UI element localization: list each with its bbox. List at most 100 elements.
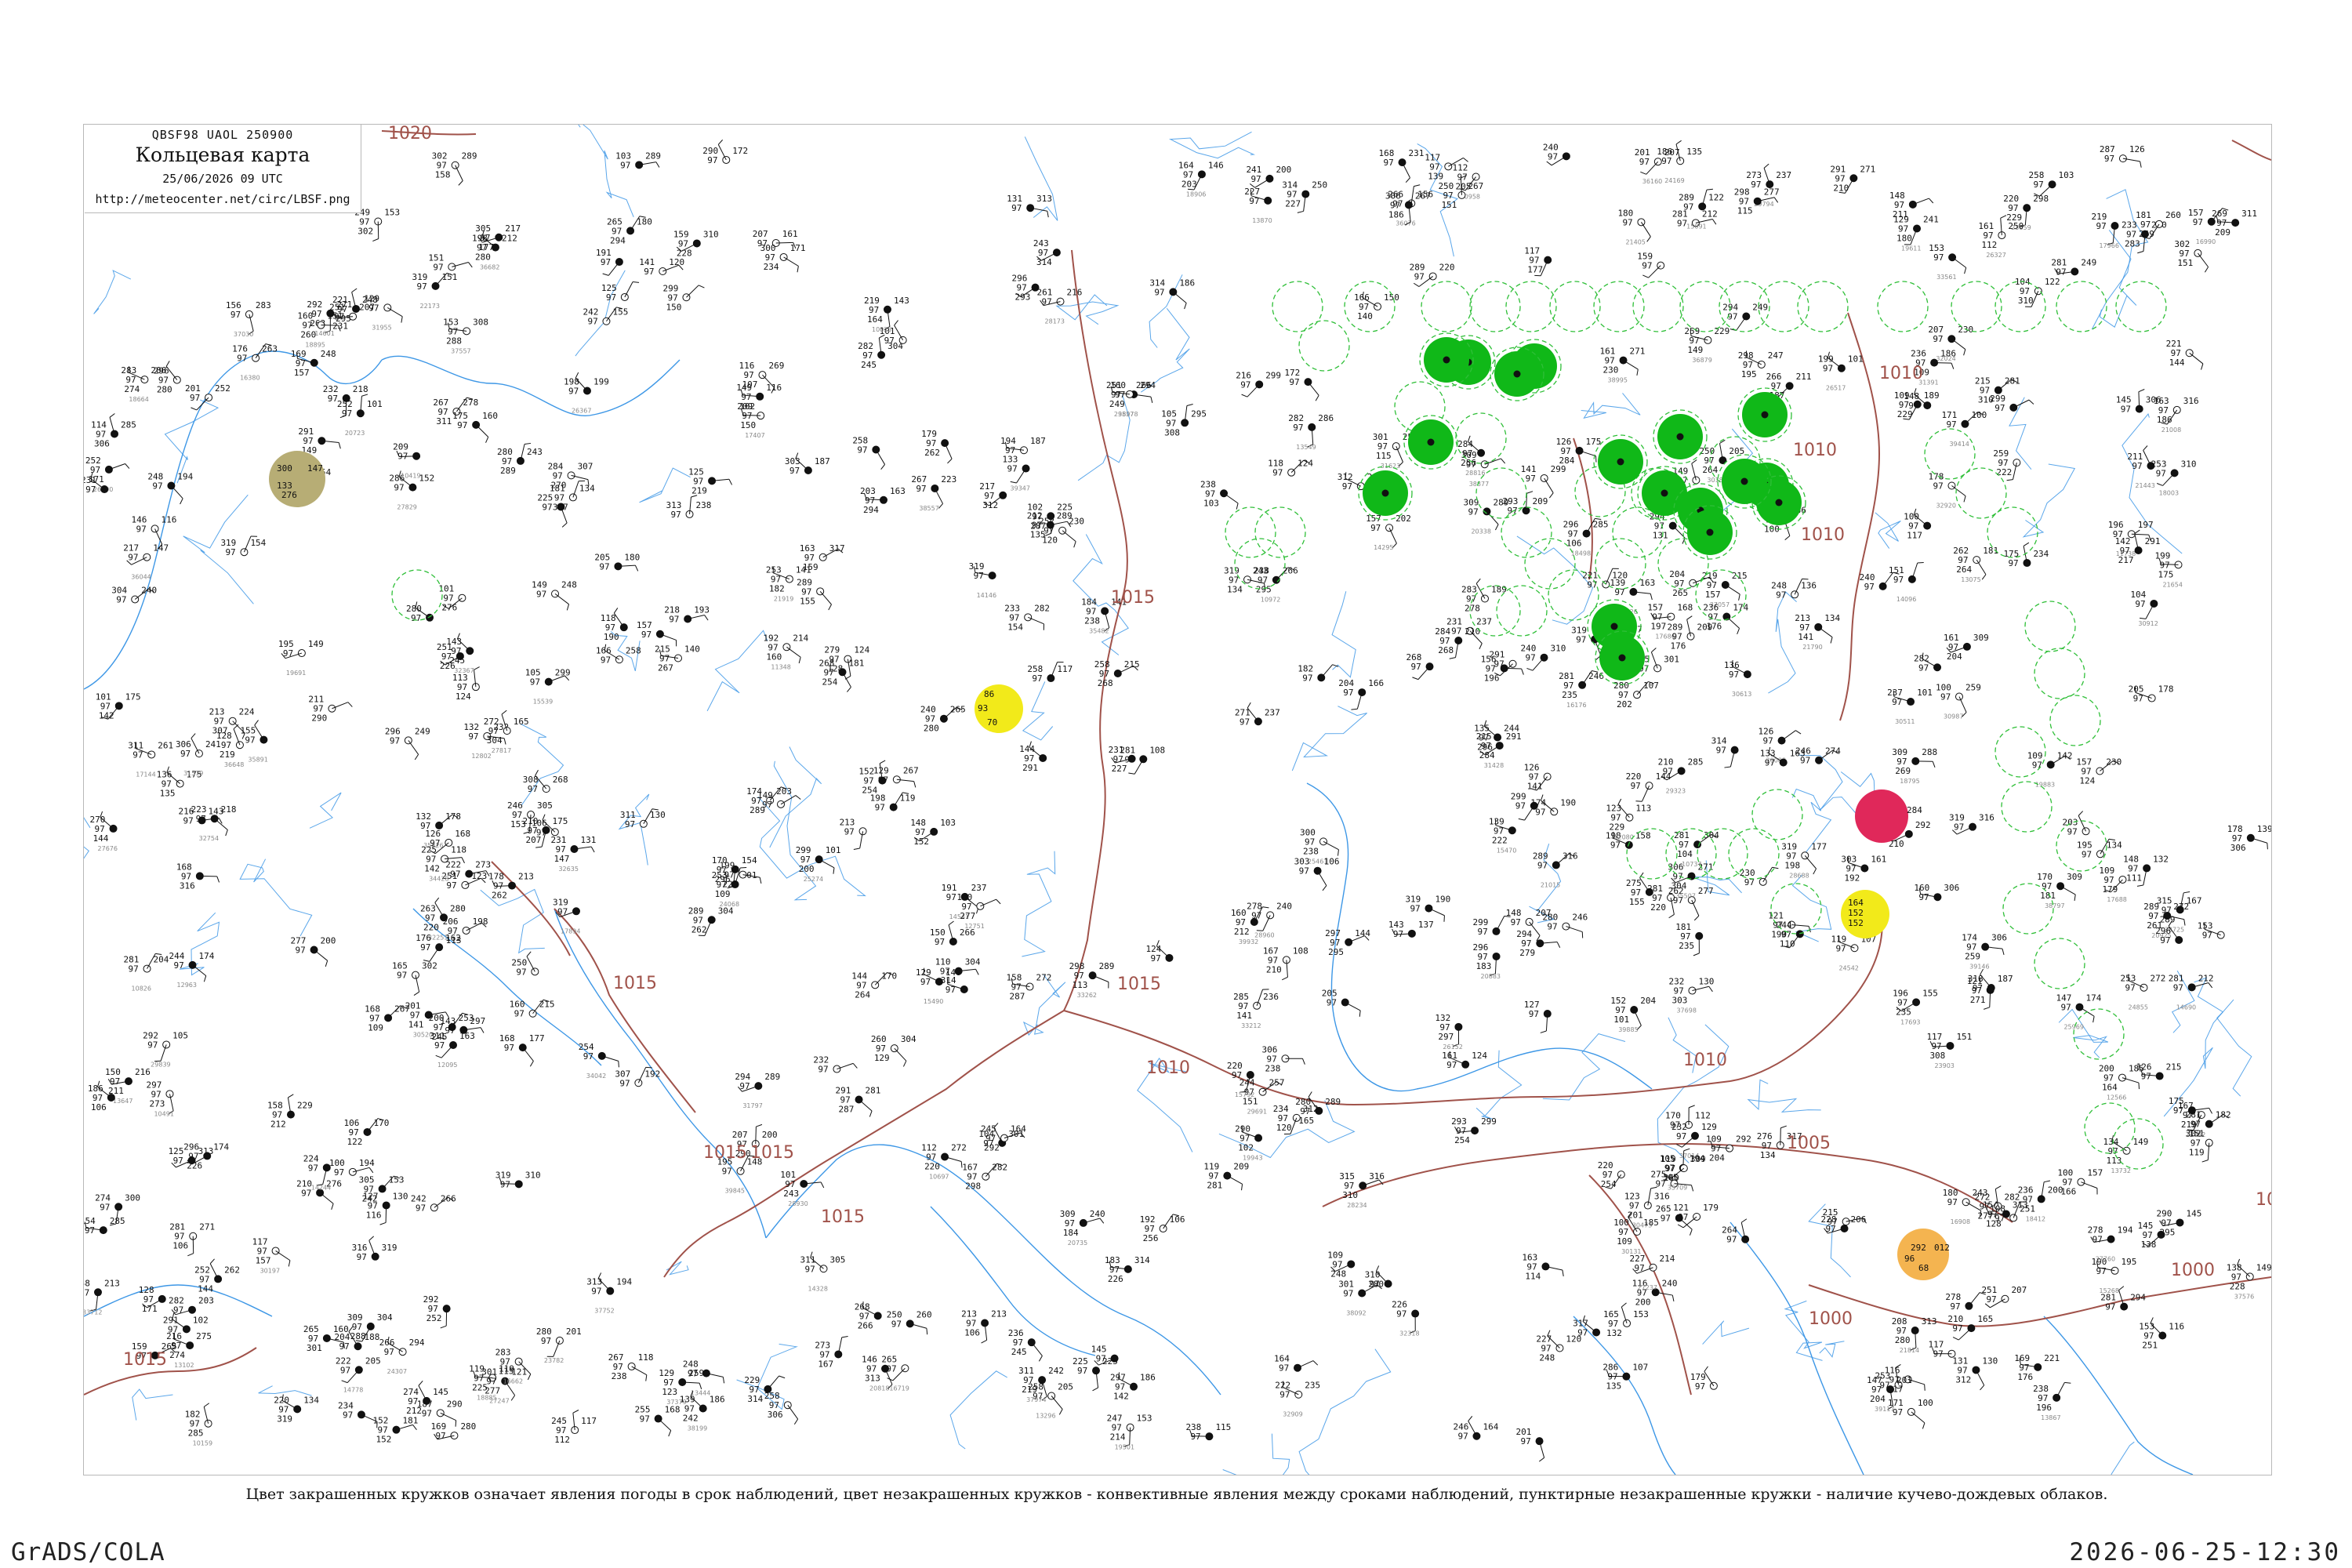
svg-text:37974: 37974 [1026, 1396, 1046, 1403]
station-plot: 1579716819717686 [1647, 603, 1693, 641]
svg-text:273: 273 [475, 860, 491, 870]
svg-text:220: 220 [423, 922, 439, 932]
isobar-label-1010: 1010 [1146, 1058, 1190, 1078]
svg-text:186: 186 [1388, 209, 1404, 220]
svg-text:152: 152 [376, 1435, 391, 1445]
station-plot: 2379710130511 [1887, 688, 1933, 725]
svg-text:115: 115 [1737, 206, 1753, 216]
svg-text:284: 284 [1907, 805, 1922, 815]
svg-text:97: 97 [1526, 474, 1536, 484]
svg-text:163: 163 [890, 486, 906, 496]
station-plot: 1179715730197 [252, 1236, 291, 1274]
station-plot: 14397137 [1388, 920, 1434, 939]
svg-text:97: 97 [2173, 1105, 2183, 1116]
station-plot: 11797177 [1524, 246, 1552, 277]
station-plot: 26797118238 [608, 1352, 654, 1381]
svg-text:298: 298 [965, 1181, 981, 1192]
svg-text:115: 115 [499, 1367, 514, 1377]
svg-text:289: 289 [500, 466, 516, 476]
svg-text:237: 237 [1476, 617, 1492, 627]
svg-text:302: 302 [358, 226, 373, 236]
svg-text:153: 153 [1633, 1309, 1649, 1319]
svg-text:309: 309 [2067, 872, 2082, 882]
svg-text:97: 97 [2096, 221, 2106, 231]
river [2194, 977, 2252, 1097]
svg-text:310: 310 [2181, 459, 2197, 469]
svg-text:12963: 12963 [177, 982, 197, 989]
svg-text:97: 97 [422, 1408, 432, 1418]
cumulonimbus-dashed-circle [1524, 538, 1576, 590]
station-plot: 12597 [601, 281, 640, 303]
svg-text:222: 222 [1996, 467, 2012, 477]
svg-text:97: 97 [1676, 1131, 1686, 1142]
svg-text:237: 237 [1776, 170, 1791, 180]
svg-text:97: 97 [1279, 1390, 1290, 1400]
svg-text:118: 118 [451, 844, 466, 855]
svg-text:294: 294 [2130, 1293, 2146, 1303]
svg-text:217: 217 [2118, 555, 2134, 565]
svg-text:223: 223 [941, 474, 956, 485]
svg-text:260: 260 [300, 330, 316, 340]
station-plot: 29197281287 [836, 1085, 880, 1117]
station-plot: 1099717917688 [2099, 866, 2126, 903]
svg-text:142: 142 [99, 710, 114, 720]
station-plot: 3139719437752 [586, 1272, 633, 1315]
station-dot [1740, 477, 1748, 485]
svg-text:210: 210 [1833, 183, 1849, 193]
station-plot: 28197249 [2051, 257, 2096, 277]
svg-text:97: 97 [190, 393, 200, 403]
svg-text:119: 119 [900, 793, 916, 804]
station-plot: 14497291 [1019, 741, 1047, 773]
svg-text:18003: 18003 [2159, 489, 2179, 496]
station-plot: 28097246 [1542, 913, 1588, 938]
svg-text:97: 97 [1370, 523, 1381, 533]
svg-text:97: 97 [583, 1051, 593, 1062]
svg-text:97: 97 [2132, 461, 2142, 471]
svg-text:159: 159 [803, 562, 818, 572]
svg-text:20735: 20735 [1068, 1240, 1087, 1247]
svg-text:304: 304 [1671, 881, 1686, 891]
svg-text:240: 240 [1662, 1278, 1678, 1288]
station-plot: 1389714922837576 [2227, 1258, 2271, 1300]
station-plot: 28097107202 [1613, 681, 1659, 710]
svg-text:154: 154 [742, 855, 757, 866]
station-plot: 14997248 [532, 579, 577, 611]
svg-text:31797: 31797 [742, 1102, 762, 1109]
svg-text:281: 281 [2005, 376, 2020, 387]
cumulonimbus-dashed-circle [1632, 281, 1684, 332]
svg-text:97: 97 [1933, 334, 1943, 344]
station-plot: 1829728510159 [185, 1403, 212, 1447]
station-plot: 30397161192 [1841, 855, 1886, 884]
isobars [84, 130, 2271, 1396]
cumulonimbus-dashed-circle [2024, 601, 2076, 652]
svg-text:97: 97 [1661, 1214, 1671, 1224]
svg-text:310: 310 [525, 1170, 541, 1180]
svg-text:134: 134 [1760, 1150, 1776, 1160]
river [1055, 294, 1120, 325]
svg-text:12080: 12080 [1613, 834, 1633, 841]
svg-text:306: 306 [1944, 883, 1959, 893]
svg-text:310: 310 [1342, 1190, 1358, 1200]
svg-text:186: 186 [710, 1395, 725, 1405]
svg-text:25969: 25969 [2063, 1024, 2083, 1031]
svg-text:217: 217 [505, 223, 521, 234]
river [706, 630, 768, 712]
cumulonimbus-dashed-circle [1344, 281, 1396, 332]
svg-text:29527: 29527 [1114, 411, 1134, 418]
svg-text:175: 175 [2158, 569, 2174, 579]
svg-text:97: 97 [504, 1043, 514, 1053]
station-plot: 29997 [1990, 394, 2034, 413]
svg-text:97: 97 [225, 547, 235, 557]
svg-text:145: 145 [2186, 1208, 2201, 1218]
station-plot: 22097134319 [274, 1394, 319, 1424]
svg-text:97: 97 [1410, 904, 1420, 914]
svg-text:107: 107 [1632, 1363, 1648, 1373]
svg-text:149: 149 [2256, 1262, 2271, 1272]
river [1291, 706, 1367, 771]
river [164, 399, 220, 484]
svg-text:35507: 35507 [1675, 893, 1695, 900]
svg-text:304: 304 [487, 735, 503, 746]
station-plot: 2909710219943 [1235, 1124, 1262, 1162]
river [480, 888, 545, 954]
station-plot: 16997280 [430, 1421, 476, 1441]
